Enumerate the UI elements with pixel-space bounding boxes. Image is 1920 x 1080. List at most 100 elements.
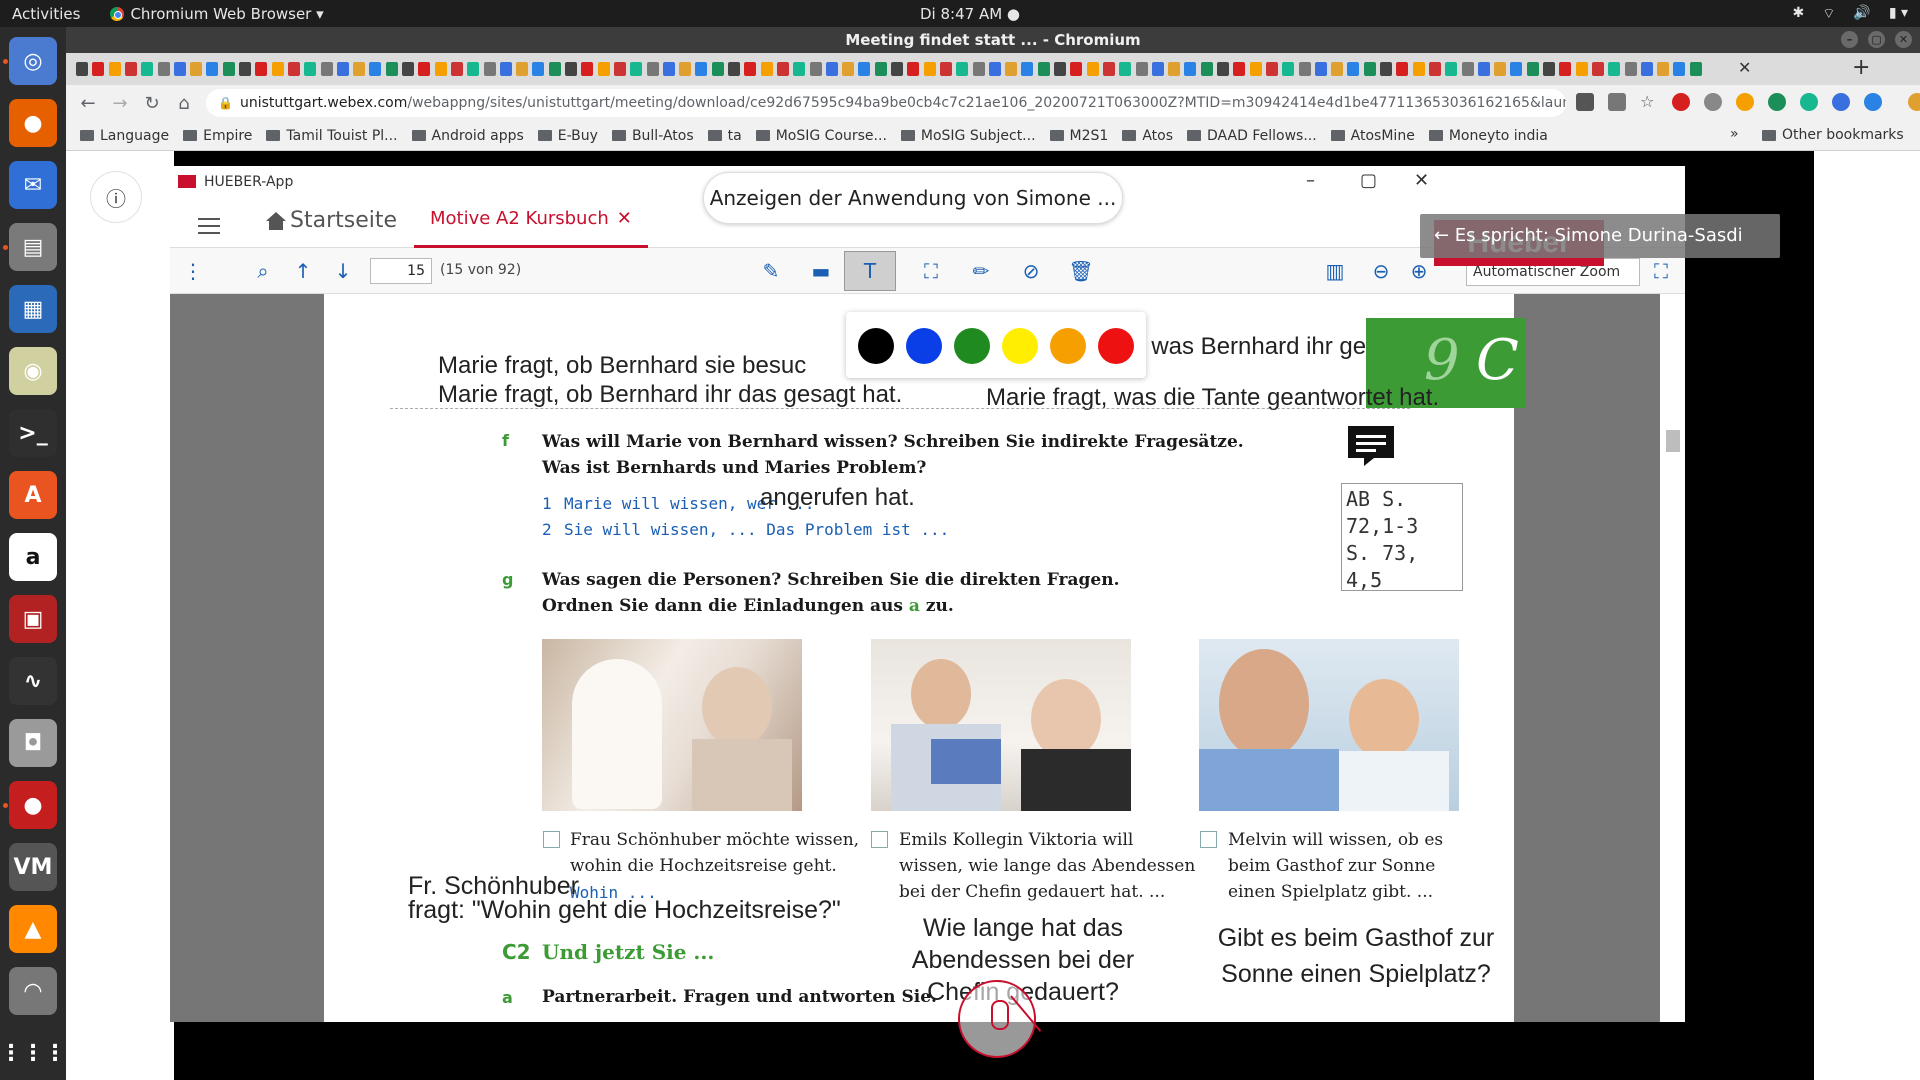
pinned-tab-favicon[interactable] <box>1070 62 1083 76</box>
pinned-tab-favicon[interactable] <box>923 62 936 76</box>
adblock-icon[interactable] <box>1672 93 1690 111</box>
bookmark-item[interactable]: Atos <box>1122 128 1173 144</box>
clock[interactable]: Di 8:47 AM ● <box>920 5 1020 23</box>
address-bar[interactable]: 🔒 unistuttgart.webex.com/webappng/sites/… <box>206 89 1566 117</box>
maximize-button[interactable]: ▢ <box>1868 31 1885 48</box>
annotation-top-1[interactable]: Marie fragt, ob Bernhard sie besuc <box>438 352 806 380</box>
pinned-tab-favicon[interactable] <box>76 62 88 76</box>
pinned-tab-favicon[interactable] <box>1526 62 1539 76</box>
pinned-tab-favicon[interactable] <box>1119 62 1132 76</box>
dock-amazon-icon[interactable]: a <box>9 533 57 581</box>
previous-page-icon[interactable]: ↑ <box>288 256 318 286</box>
next-page-icon[interactable]: ↓ <box>328 256 358 286</box>
pinned-tab-favicon[interactable] <box>1461 62 1474 76</box>
highlight-tool-icon[interactable]: ✎ <box>756 256 786 286</box>
translate-icon[interactable] <box>1608 93 1626 111</box>
pinned-tab-favicon[interactable] <box>499 62 512 76</box>
pinned-tab-favicon[interactable] <box>1657 62 1670 76</box>
pinned-tab-favicon[interactable] <box>320 62 333 76</box>
pinned-tab-favicon[interactable] <box>1640 62 1653 76</box>
pinned-tab-favicon[interactable] <box>1428 62 1441 76</box>
pinned-tab-favicon[interactable] <box>173 62 186 76</box>
minimize-button[interactable]: – <box>1841 31 1858 48</box>
extension-c-icon[interactable] <box>1704 93 1722 111</box>
reload-button[interactable]: ↻ <box>136 93 168 114</box>
bookmark-item[interactable]: Language <box>80 128 169 144</box>
bookmark-item[interactable]: ta <box>707 128 742 144</box>
dock-cherry-icon[interactable]: ● <box>9 781 57 829</box>
color-swatch[interactable] <box>906 328 942 364</box>
other-bookmarks[interactable]: Other bookmarks <box>1762 127 1904 143</box>
dock-firefox-icon[interactable]: ● <box>9 99 57 147</box>
dock-rhythmbox-icon[interactable]: ◉ <box>9 347 57 395</box>
pinned-tab-favicon[interactable] <box>1005 62 1018 76</box>
bookmark-item[interactable]: AtosMine <box>1330 128 1415 144</box>
pinned-tab-favicon[interactable] <box>255 62 268 76</box>
pinned-tab-favicon[interactable] <box>1494 62 1507 76</box>
meeting-info-icon[interactable]: ⓘ <box>90 171 142 223</box>
checkbox-2[interactable] <box>871 831 888 848</box>
pinned-tab-favicon[interactable] <box>988 62 1001 76</box>
pinned-tab-favicon[interactable] <box>597 62 610 76</box>
pinned-tab-favicon[interactable] <box>336 62 349 76</box>
note-comment-icon[interactable] <box>1346 424 1396 468</box>
pinned-tab-favicon[interactable] <box>1265 62 1278 76</box>
comment-tool-icon[interactable]: ▬ <box>806 256 836 286</box>
page-number-input[interactable]: 15 <box>370 258 432 284</box>
pinned-tab-favicon[interactable] <box>581 62 594 76</box>
color-swatch[interactable] <box>1050 328 1086 364</box>
pinned-tab-favicon[interactable] <box>385 62 398 76</box>
color-swatch[interactable] <box>858 328 894 364</box>
pinned-tab-favicon[interactable] <box>124 62 137 76</box>
pinned-tab-favicon[interactable] <box>972 62 985 76</box>
pinned-tab-favicon[interactable] <box>1021 62 1034 76</box>
text-box-tool-icon[interactable]: ⛶ <box>916 256 946 286</box>
pinned-tab-favicon[interactable] <box>1575 62 1588 76</box>
dock-software-icon[interactable]: A <box>9 471 57 519</box>
dock-chromium-icon[interactable]: ◎ <box>9 37 57 85</box>
vertical-scrollbar[interactable] <box>1660 294 1685 1022</box>
pinned-tab-favicon[interactable] <box>809 62 822 76</box>
pinned-tab-favicon[interactable] <box>939 62 952 76</box>
bookmark-item[interactable]: Empire <box>183 128 252 144</box>
pinned-tab-favicon[interactable] <box>1591 62 1604 76</box>
mute-microphone-icon[interactable] <box>958 980 1036 1058</box>
dock-remote-icon[interactable]: ▣ <box>9 595 57 643</box>
pinned-tab-favicon[interactable] <box>1543 62 1555 76</box>
pinned-tab-favicon[interactable] <box>695 62 708 76</box>
pinned-tab-favicon[interactable] <box>418 62 431 76</box>
color-swatch[interactable] <box>954 328 990 364</box>
home-link[interactable]: Startseite <box>266 208 397 233</box>
hamburger-menu-icon[interactable] <box>198 218 220 234</box>
find-icon[interactable]: ⌕ <box>248 256 278 286</box>
pinned-tab-favicon[interactable] <box>467 62 480 76</box>
profile-avatar[interactable] <box>1908 93 1920 111</box>
bookmark-item[interactable]: DAAD Fellows... <box>1187 128 1317 144</box>
pinned-tab-favicon[interactable] <box>1608 62 1621 76</box>
zoom-in-icon[interactable]: ⊕ <box>1404 256 1434 286</box>
pinned-tab-favicon[interactable] <box>1298 62 1311 76</box>
pinned-tab-favicon[interactable] <box>1673 62 1686 76</box>
sidebar-toggle-icon[interactable]: ▥ <box>1320 256 1350 286</box>
back-button[interactable]: ← <box>72 93 104 114</box>
pinned-tab-favicon[interactable] <box>222 62 235 76</box>
pinned-tab-favicon[interactable] <box>1559 62 1572 76</box>
app-menu[interactable]: Chromium Web Browser ▾ <box>110 5 324 23</box>
pinned-tab-favicon[interactable] <box>1380 62 1392 76</box>
pinned-tab-favicon[interactable] <box>239 62 251 76</box>
pinned-tab-favicon[interactable] <box>1477 62 1490 76</box>
color-swatch[interactable] <box>1002 328 1038 364</box>
pinned-tab-favicon[interactable] <box>516 62 529 76</box>
annotation-answer-1-line-2[interactable]: fragt: "Wohin geht die Hochzeitsreise?" <box>408 896 841 925</box>
system-tray[interactable]: ✱ ⌔ 🔊 ▮ ▾ <box>1792 5 1908 23</box>
pinned-tab-favicon[interactable] <box>1624 62 1637 76</box>
annotation-f-item-1[interactable]: angerufen hat. <box>760 484 915 512</box>
forward-button[interactable]: → <box>104 93 136 114</box>
pinned-tab-favicon[interactable] <box>679 62 692 76</box>
pinned-tab-favicon[interactable] <box>842 62 855 76</box>
close-book-tab-icon[interactable]: ✕ <box>617 208 632 229</box>
hueber-close-button[interactable]: ✕ <box>1414 170 1429 191</box>
pinned-tab-favicon[interactable] <box>646 62 659 76</box>
dock-show-apps-icon[interactable]: ⋮⋮⋮ <box>0 1029 66 1077</box>
dock-vm-icon[interactable]: VM <box>9 843 57 891</box>
